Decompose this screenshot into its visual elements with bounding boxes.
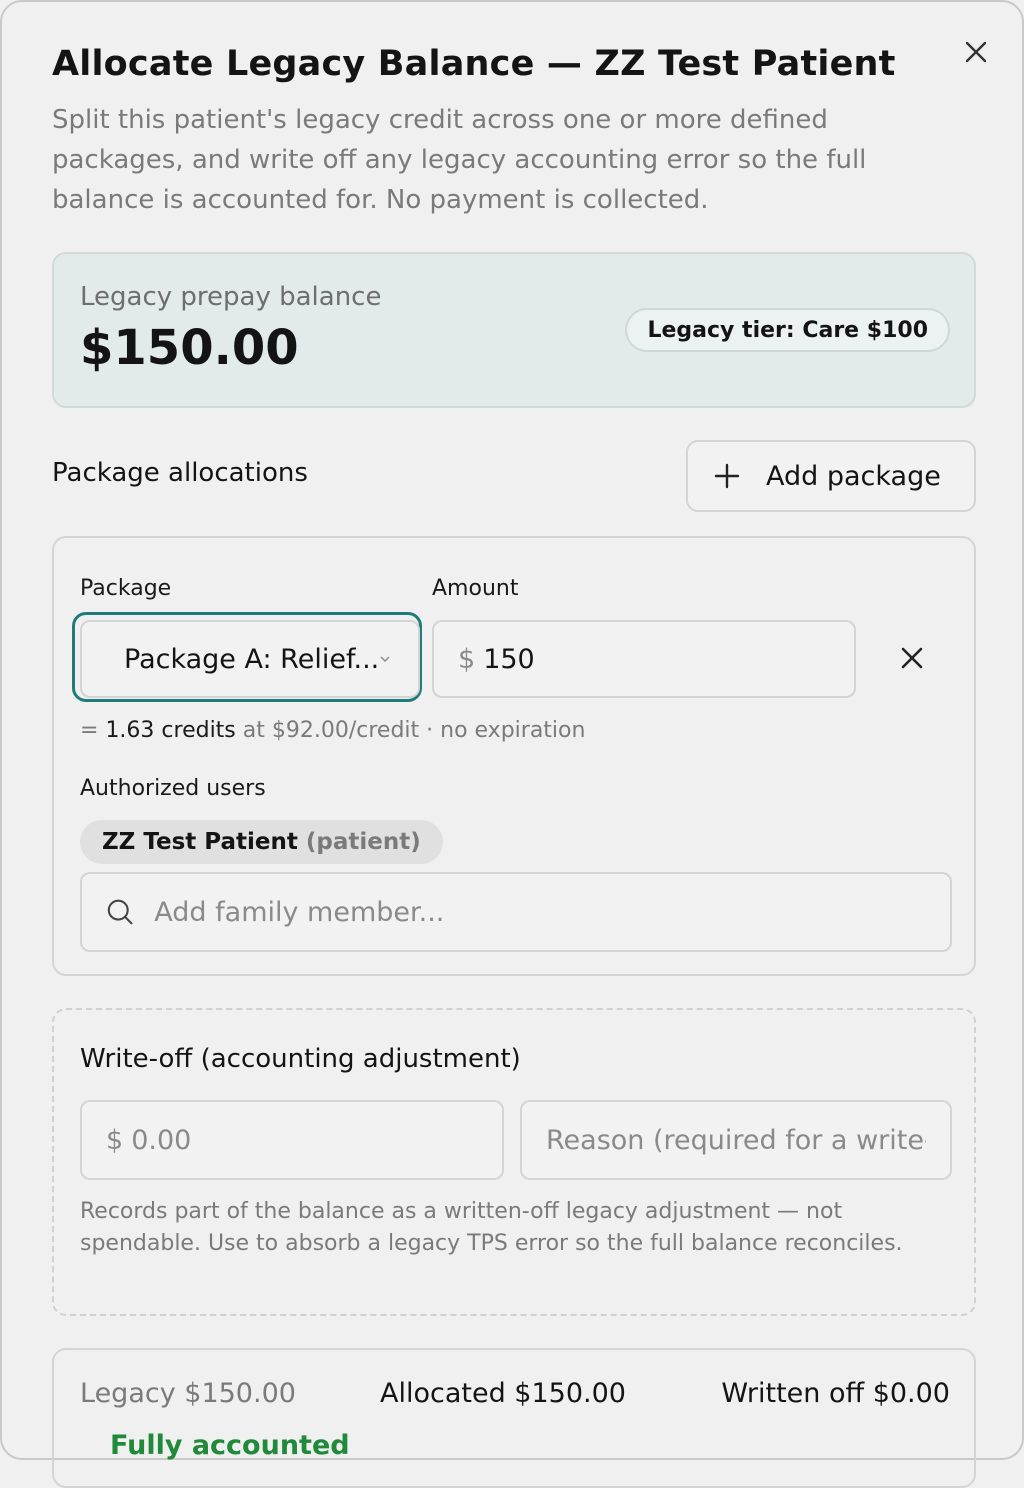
allocate-legacy-balance-dialog: Allocate Legacy Balance — ZZ Test Patien… xyxy=(0,0,1024,1488)
summary-allocated: Allocated $150.00 xyxy=(380,1378,626,1409)
write-off-reason-input[interactable] xyxy=(546,1124,926,1156)
currency-symbol: $ xyxy=(458,643,476,675)
currency-symbol: $ xyxy=(106,1124,124,1156)
search-icon xyxy=(107,899,133,925)
credits-value: 1.63 credits xyxy=(105,718,236,743)
chevron-down-icon xyxy=(380,656,390,662)
remove-package-button[interactable] xyxy=(894,640,930,676)
credits-prefix: = xyxy=(80,718,106,743)
amount-field-label: Amount xyxy=(432,576,519,601)
dialog-description: Split this patient's legacy credit acros… xyxy=(52,105,867,215)
add-package-label: Add package xyxy=(766,460,941,492)
write-off-amount-input[interactable] xyxy=(131,1124,478,1156)
dialog-title: Allocate Legacy Balance — ZZ Test Patien… xyxy=(52,44,896,84)
package-allocations-heading: Package allocations xyxy=(52,458,308,488)
write-off-reason-field[interactable] xyxy=(520,1100,952,1180)
summary-legacy: Legacy $150.00 xyxy=(80,1378,296,1409)
authorized-users-label: Authorized users xyxy=(80,776,266,801)
credits-rate: at $92.00/credit · no expiration xyxy=(235,718,586,743)
amount-input[interactable]: $ 150 xyxy=(432,620,856,698)
package-allocation-row: Package Amount Package A: Relief... $ 15… xyxy=(52,536,976,976)
add-package-button[interactable]: Add package xyxy=(686,440,976,512)
write-off-title: Write-off (accounting adjustment) xyxy=(80,1044,521,1074)
balance-label: Legacy prepay balance xyxy=(80,282,382,312)
close-icon xyxy=(965,41,987,63)
write-off-help-text: Records part of the balance as a written… xyxy=(80,1199,903,1256)
balance-value: $150.00 xyxy=(80,320,299,376)
close-icon xyxy=(901,647,923,669)
write-off-section: Write-off (accounting adjustment) $ Reco… xyxy=(52,1008,976,1316)
package-select-value: Package A: Relief... xyxy=(124,643,380,675)
user-name: ZZ Test Patient xyxy=(102,829,298,855)
user-role: (patient) xyxy=(305,829,421,855)
summary-status: Fully accounted xyxy=(110,1430,350,1461)
legacy-tier-badge: Legacy tier: Care $100 xyxy=(625,308,950,352)
credits-conversion-text: = 1.63 credits at $92.00/credit · no exp… xyxy=(80,718,585,743)
package-field-label: Package xyxy=(80,576,172,601)
add-family-member-field[interactable] xyxy=(80,872,952,952)
add-family-member-input[interactable] xyxy=(154,896,950,928)
write-off-amount-field[interactable]: $ xyxy=(80,1100,504,1180)
summary-written-off: Written off $0.00 xyxy=(721,1378,950,1409)
authorized-user-chip: ZZ Test Patient (patient) xyxy=(80,820,443,864)
legacy-balance-card: Legacy prepay balance $150.00 Legacy tie… xyxy=(52,252,976,408)
reconciliation-summary: Legacy $150.00 Allocated $150.00 Written… xyxy=(52,1348,976,1488)
plus-icon xyxy=(714,463,740,489)
close-button[interactable] xyxy=(960,36,992,68)
amount-value: 150 xyxy=(483,643,535,675)
package-select[interactable]: Package A: Relief... xyxy=(80,620,420,698)
